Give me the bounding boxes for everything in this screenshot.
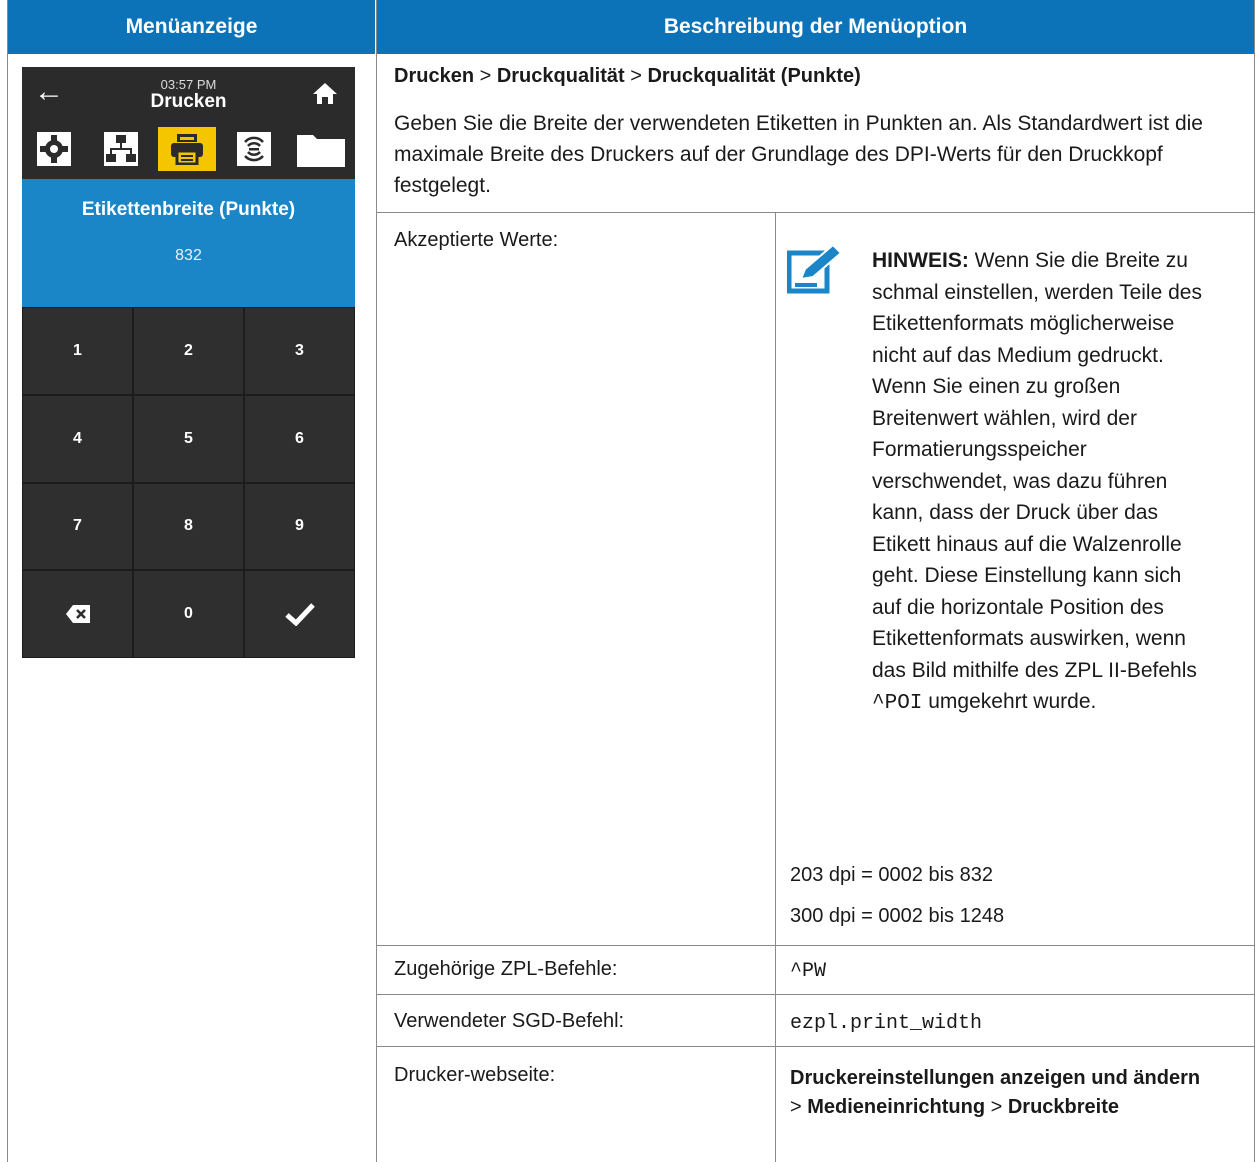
gear-icon bbox=[37, 132, 72, 166]
web-label: Drucker-webseite: bbox=[394, 1064, 556, 1086]
column-header-description: Beschreibung der Menüoption bbox=[377, 0, 1254, 54]
menu-tabs bbox=[22, 122, 355, 176]
web-path-item: Druckbreite bbox=[1007, 1096, 1119, 1118]
tab-wireless[interactable] bbox=[222, 122, 289, 176]
breadcrumb-item: Drucken bbox=[394, 65, 475, 87]
document-page: Menüanzeige Beschreibung der Menüoption … bbox=[0, 0, 1259, 1162]
field-label: Etikettenbreite (Punkte) bbox=[81, 199, 296, 220]
web-path-separator: > bbox=[985, 1096, 1008, 1118]
printer-icon bbox=[171, 134, 204, 165]
note-code: ^POI bbox=[872, 692, 923, 715]
table-border bbox=[376, 212, 1255, 213]
value-203dpi: 203 dpi = 0002 bis 832 bbox=[790, 864, 993, 886]
value-300dpi: 300 dpi = 0002 bis 1248 bbox=[790, 905, 1005, 927]
table-border bbox=[376, 945, 1255, 946]
confirm-key[interactable] bbox=[244, 570, 355, 658]
clock: 03:57 PM bbox=[160, 77, 217, 92]
field-value[interactable]: 832 bbox=[22, 247, 355, 265]
key-7[interactable]: 7 bbox=[22, 482, 133, 571]
breadcrumb: Drucken > Druckqualität > Druckqualität … bbox=[394, 65, 861, 88]
key-2[interactable]: 2 bbox=[133, 307, 244, 395]
breadcrumb-separator: > bbox=[474, 65, 497, 87]
option-description: Geben Sie die Breite der verwendeten Eti… bbox=[394, 112, 1203, 197]
note-icon bbox=[787, 243, 843, 294]
home-icon[interactable] bbox=[312, 81, 338, 105]
key-5[interactable]: 5 bbox=[133, 394, 244, 483]
key-3[interactable]: 3 bbox=[244, 307, 355, 395]
table-border bbox=[376, 1046, 1255, 1047]
sgd-value: ezpl.print_width bbox=[790, 1012, 983, 1035]
column-header-menu-display: Menüanzeige bbox=[8, 0, 375, 54]
wireless-icon bbox=[237, 132, 272, 166]
active-tab-highlight bbox=[158, 127, 217, 171]
key-4[interactable]: 4 bbox=[22, 394, 133, 483]
folder-icon bbox=[294, 129, 347, 169]
key-1[interactable]: 1 bbox=[22, 307, 133, 395]
note-body-end: umgekehrt wurde. bbox=[922, 690, 1097, 713]
table-border bbox=[376, 0, 377, 1162]
breadcrumb-item: Druckqualität bbox=[496, 65, 625, 87]
key-9[interactable]: 9 bbox=[244, 482, 355, 571]
breadcrumb-separator: > bbox=[624, 65, 648, 87]
tab-network[interactable] bbox=[89, 122, 156, 176]
accepted-values-label: Akzeptierte Werte: bbox=[394, 229, 559, 251]
web-path: Druckereinstellungen anzeigen und ändern… bbox=[790, 1064, 1210, 1122]
table-border bbox=[7, 0, 8, 1162]
numeric-keypad: 1 2 3 4 5 6 7 8 9 0 bbox=[22, 307, 355, 658]
table-border bbox=[775, 213, 776, 1162]
table-border bbox=[376, 994, 1255, 995]
zpl-value: ^PW bbox=[790, 960, 827, 983]
key-0[interactable]: 0 bbox=[133, 570, 244, 658]
key-6[interactable]: 6 bbox=[244, 394, 355, 483]
tab-storage[interactable] bbox=[288, 122, 355, 176]
backspace-icon bbox=[65, 605, 90, 624]
note-text: HINWEIS: Wenn Sie die Breite zu schmal e… bbox=[872, 245, 1212, 720]
web-path-item: Druckereinstellungen anzeigen und ändern bbox=[790, 1067, 1201, 1089]
note-body: Wenn Sie die Breite zu schmal einstellen… bbox=[872, 249, 1202, 682]
sgd-label: Verwendeter SGD-Befehl: bbox=[394, 1010, 625, 1032]
display-header: ← 03:57 PM Drucken bbox=[22, 67, 355, 122]
tab-settings[interactable] bbox=[22, 122, 89, 176]
tab-print[interactable] bbox=[155, 122, 222, 176]
web-path-item: Medieneinrichtung bbox=[807, 1096, 986, 1118]
network-icon bbox=[103, 132, 138, 166]
zpl-label: Zugehörige ZPL-Befehle: bbox=[394, 958, 618, 980]
table-border bbox=[1254, 0, 1255, 1162]
key-8[interactable]: 8 bbox=[133, 482, 244, 571]
printer-display: ← 03:57 PM Drucken Etikettenbreite (Punk… bbox=[22, 67, 355, 658]
checkmark-icon bbox=[284, 603, 315, 627]
display-title: Drucken bbox=[150, 91, 227, 112]
backspace-key[interactable] bbox=[22, 570, 133, 658]
web-path-separator: > bbox=[790, 1096, 808, 1118]
breadcrumb-item: Druckqualität (Punkte) bbox=[647, 65, 861, 87]
note-title: HINWEIS: bbox=[872, 249, 969, 272]
